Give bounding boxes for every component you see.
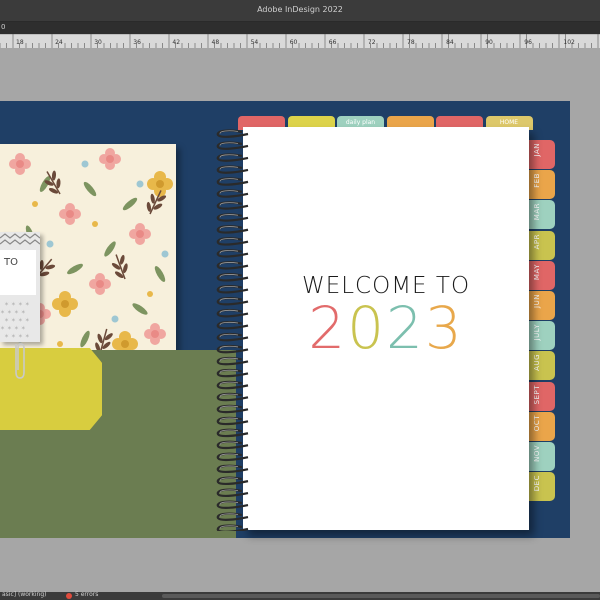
paperclip-icon: [15, 343, 25, 379]
ruler-tick-label: 36: [133, 39, 141, 46]
month-tab[interactable]: DEC: [527, 472, 555, 502]
document-status: asic] (working): [2, 591, 47, 598]
month-tab-label: JULY: [533, 324, 541, 341]
month-tab-label: NOV: [533, 445, 541, 462]
ruler-tick-label: 60: [289, 39, 298, 46]
error-count[interactable]: 5 errors: [75, 591, 98, 598]
month-tab[interactable]: JULY: [527, 321, 555, 351]
svg-text:✶ ✶ ✶ ✶: ✶ ✶ ✶ ✶: [0, 309, 26, 316]
month-tab[interactable]: MAY: [527, 260, 555, 290]
ruler-tick-marks: [0, 34, 599, 48]
month-tab[interactable]: SEPT: [527, 381, 555, 411]
month-tab[interactable]: NOV: [527, 442, 555, 471]
month-tab[interactable]: APR: [527, 230, 555, 260]
ruler-tick-label: 42: [172, 39, 181, 46]
ruler-tick-label: 24: [55, 39, 63, 46]
month-tab-label: JUN: [533, 294, 541, 308]
svg-text:✶ ✶ ✶ ✶: ✶ ✶ ✶ ✶: [4, 317, 30, 324]
month-tab-label: MAR: [533, 203, 541, 221]
ruler-tick-label: 30: [94, 39, 102, 46]
title-bar: Adobe InDesign 2022: [0, 0, 600, 22]
ruler-tick-label: 72: [367, 39, 376, 46]
year-digit: 3: [424, 294, 464, 362]
month-tab[interactable]: FEB: [527, 170, 555, 200]
ruler-tick-label: 78: [407, 39, 415, 46]
ruler-tick-label: 90: [485, 39, 493, 46]
month-tab-label: JAN: [533, 143, 541, 157]
month-tab-label: OCT: [533, 414, 541, 431]
month-tab[interactable]: MAR: [527, 200, 555, 230]
svg-text:✶ ✶ ✶ ✶: ✶ ✶ ✶ ✶: [0, 325, 26, 332]
year-digit: 2: [386, 294, 425, 362]
indesign-window: Adobe InDesign 2022 0 18 24 30 36 42 48 54 60 66…: [0, 0, 600, 600]
horizontal-ruler[interactable]: 0 18 24 30 36 42 48 54 60 66 72 78 84 90 96 102: [0, 22, 600, 48]
ruler-tick-label: 54: [250, 39, 259, 46]
horizontal-scrollbar[interactable]: [162, 594, 600, 598]
ruler-tick-label: 84: [446, 39, 454, 46]
status-bar: asic] (working) 5 errors: [0, 591, 600, 600]
ruler-tick-label: 66: [328, 39, 337, 46]
tag-pattern: ✶ ✶ ✶ ✶ ✶ ✶ ✶ ✶ ✶ ✶ ✶ ✶ ✶ ✶ ✶ ✶ ✶ ✶ ✶ ✶: [0, 233, 40, 340]
window-title: Adobe InDesign 2022: [257, 5, 343, 14]
ruler-tick-label: 48: [211, 39, 220, 46]
ruler-tick-label: 18: [16, 39, 24, 46]
ruler-tick-label: 102: [563, 39, 575, 46]
paper-tag[interactable]: ✶ ✶ ✶ ✶ ✶ ✶ ✶ ✶ ✶ ✶ ✶ ✶ ✶ ✶ ✶ ✶ ✶ ✶ ✶ ✶ …: [0, 232, 40, 342]
svg-text:✶ ✶ ✶ ✶: ✶ ✶ ✶ ✶: [4, 301, 30, 308]
month-tab[interactable]: AUG: [527, 351, 555, 381]
month-tab[interactable]: JUN: [527, 291, 555, 320]
svg-text:✶ ✶ ✶ ✶: ✶ ✶ ✶ ✶: [4, 333, 30, 340]
year-digit: 2: [308, 294, 348, 362]
month-tab-label: MAY: [533, 263, 541, 280]
error-status-icon[interactable]: [66, 593, 72, 599]
month-tab-label: DEC: [533, 475, 541, 492]
month-tab[interactable]: OCT: [527, 411, 555, 441]
notebook-page[interactable]: WELCOME TO 2023: [243, 127, 529, 530]
month-tab-label: AUG: [533, 354, 541, 372]
year-digit: 0: [347, 294, 386, 362]
month-tab[interactable]: JAN: [527, 140, 555, 169]
year-heading: 2023: [243, 294, 529, 362]
month-tab-label: FEB: [533, 173, 541, 188]
spiral-binding: [216, 129, 249, 531]
ruler-tick-label: 96: [524, 39, 532, 46]
month-tab-label: SEPT: [533, 384, 541, 404]
month-tab-label: APR: [533, 233, 541, 249]
tag-text: TO: [4, 257, 18, 268]
